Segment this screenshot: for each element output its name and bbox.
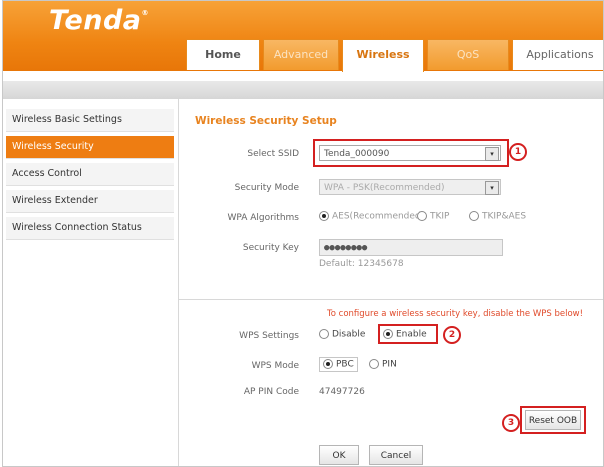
sidebar-item-wireless-connection-status[interactable]: Wireless Connection Status [6, 217, 174, 240]
router-admin-window: Tenda® Home Advanced Wireless QoS Applic… [2, 0, 604, 467]
ssid-label: Select SSID [247, 149, 299, 159]
wpa-option-tkip[interactable]: TKIP [417, 211, 449, 222]
security-key-default-hint: Default: 12345678 [319, 259, 404, 269]
wps-option-disable[interactable]: Disable [319, 329, 365, 340]
step-marker-1: 1 [509, 143, 527, 161]
header-bar: Tenda® Home Advanced Wireless QoS Applic… [3, 1, 603, 72]
wpa-algorithms-label: WPA Algorithms [227, 213, 299, 223]
main-content: Wireless Security Setup Select SSID Tend… [179, 99, 603, 466]
security-key-label: Security Key [242, 243, 299, 253]
wps-mode-label: WPS Mode [251, 361, 299, 371]
wps-mode-option-pbc[interactable]: PBC [319, 357, 358, 372]
sidebar-item-wireless-security[interactable]: Wireless Security [6, 136, 174, 159]
highlight-box-ssid [313, 139, 509, 167]
ap-pin-value: 47497726 [319, 387, 365, 397]
tab-applications[interactable]: Applications [512, 39, 603, 70]
tab-home[interactable]: Home [186, 39, 260, 70]
radio-checked-icon [319, 211, 329, 221]
radio-unchecked-icon [369, 359, 379, 369]
sidebar-item-wireless-basic-settings[interactable]: Wireless Basic Settings [6, 109, 174, 132]
wpa-option-tkip-aes[interactable]: TKIP&AES [469, 211, 526, 222]
sidebar: Wireless Basic Settings Wireless Securit… [6, 109, 174, 244]
divider-band [3, 81, 603, 99]
ap-pin-label: AP PIN Code [243, 387, 299, 397]
radio-unchecked-icon [469, 211, 479, 221]
step-marker-2: 2 [443, 326, 461, 344]
tab-advanced[interactable]: Advanced [263, 39, 339, 70]
reset-oob-button[interactable]: Reset OOB [525, 410, 581, 430]
security-key-input[interactable]: ●●●●●●●● [319, 239, 503, 256]
wps-settings-label: WPS Settings [239, 331, 299, 341]
dropdown-arrow-icon: ▾ [485, 181, 499, 195]
security-mode-select[interactable]: WPA - PSK(Recommended) ▾ [319, 179, 501, 195]
cancel-button[interactable]: Cancel [369, 445, 423, 465]
ok-button[interactable]: OK [319, 445, 359, 465]
section-divider [179, 299, 603, 300]
security-mode-label: Security Mode [234, 183, 299, 193]
radio-unchecked-icon [417, 211, 427, 221]
highlight-box-enable [378, 324, 438, 344]
page-title: Wireless Security Setup [195, 115, 337, 127]
tab-wireless[interactable]: Wireless [342, 39, 424, 72]
wpa-option-aes[interactable]: AES(Recommended) [319, 211, 424, 222]
sidebar-item-access-control[interactable]: Access Control [6, 163, 174, 186]
tenda-logo: Tenda® [49, 5, 150, 36]
wps-mode-option-pin[interactable]: PIN [369, 359, 397, 370]
security-mode-value: WPA - PSK(Recommended) [324, 183, 445, 193]
sidebar-item-wireless-extender[interactable]: Wireless Extender [6, 190, 174, 213]
radio-unchecked-icon [319, 329, 329, 339]
step-marker-3: 3 [502, 414, 520, 432]
tab-qos[interactable]: QoS [427, 39, 509, 70]
wps-notice: To configure a wireless security key, di… [327, 309, 584, 319]
radio-checked-icon [323, 359, 333, 369]
